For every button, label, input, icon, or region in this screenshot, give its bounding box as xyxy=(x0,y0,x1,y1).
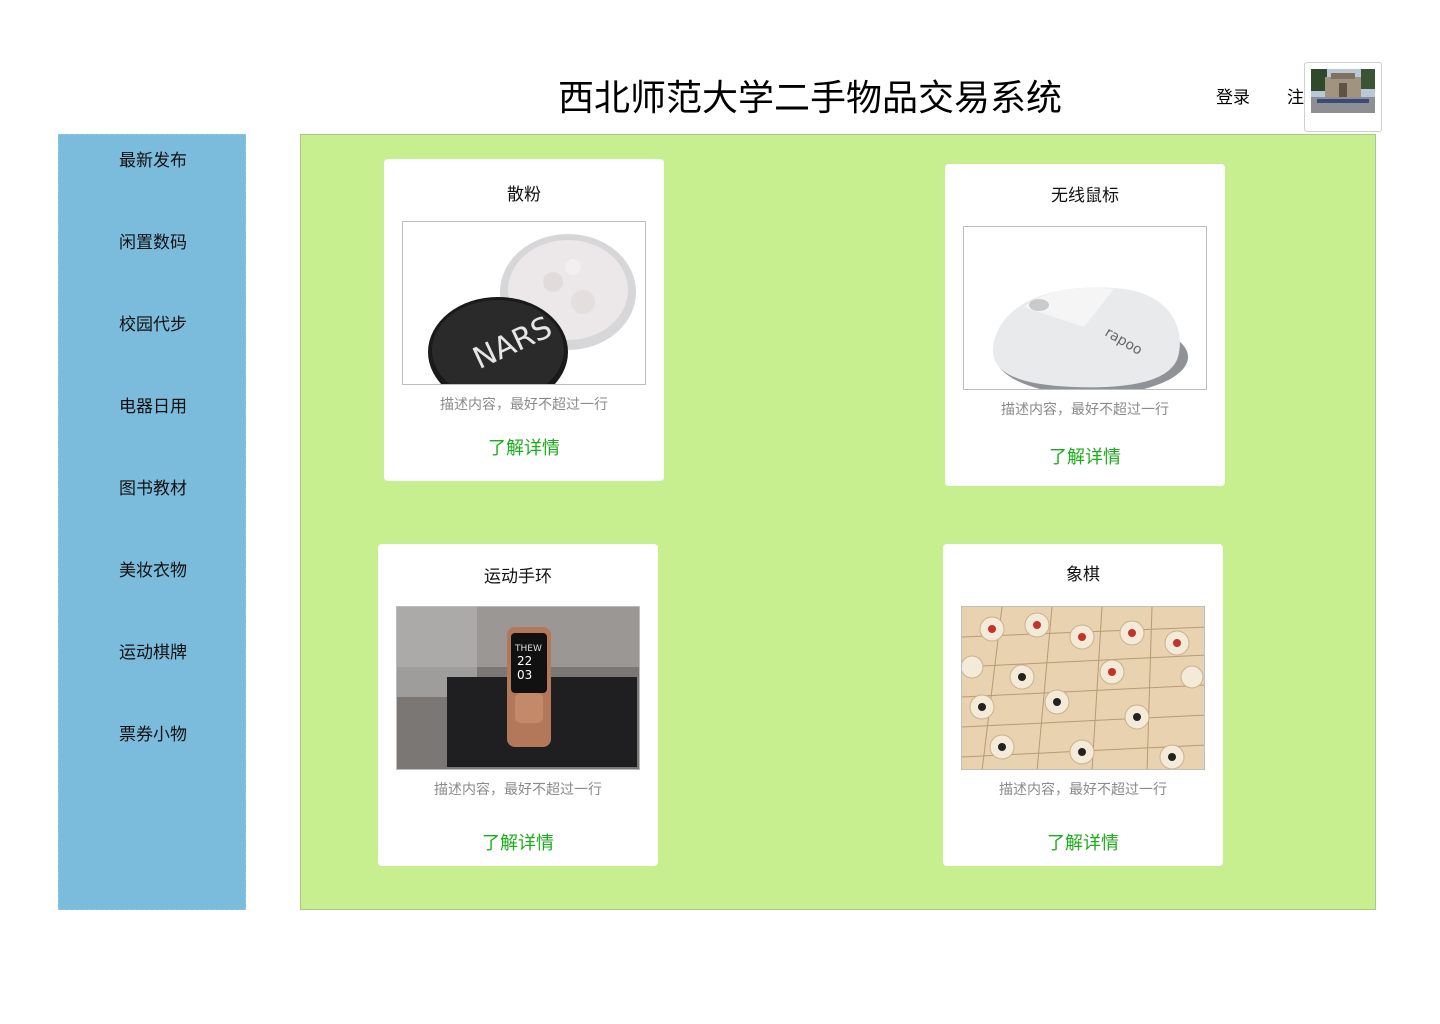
sidebar-item-appliances[interactable]: 电器日用 xyxy=(59,395,247,419)
avatar[interactable] xyxy=(1304,62,1382,132)
details-link[interactable]: 了解详情 xyxy=(384,437,664,461)
svg-text:THEW: THEW xyxy=(514,644,542,654)
product-title: 散粉 xyxy=(507,185,541,205)
sidebar-item-tickets[interactable]: 票券小物 xyxy=(59,723,247,747)
product-title: 运动手环 xyxy=(484,567,552,587)
sidebar-item-latest[interactable]: 最新发布 xyxy=(59,149,247,173)
category-sidebar: 最新发布 闲置数码 校园代步 电器日用 图书教材 美妆衣物 运动棋牌 票券小物 xyxy=(58,134,246,910)
sidebar-item-beauty-clothes[interactable]: 美妆衣物 xyxy=(59,559,247,583)
sidebar-item-sports-games[interactable]: 运动棋牌 xyxy=(59,641,247,665)
details-link[interactable]: 了解详情 xyxy=(943,832,1223,856)
product-card[interactable]: 运动手环 THEW 22 03 描述内容，最好不超过一行 了解详情 xyxy=(378,544,658,866)
product-grid: 散粉 NARS 描述内容，最好不超过一行 了解详情 无线鼠标 rapoo 描述内… xyxy=(300,134,1376,910)
product-description: 描述内容，最好不超过一行 xyxy=(1001,402,1169,418)
sidebar-item-books[interactable]: 图书教材 xyxy=(59,477,247,501)
campus-gate-image xyxy=(1311,69,1375,113)
sidebar-item-digital[interactable]: 闲置数码 xyxy=(59,231,247,255)
product-card[interactable]: 无线鼠标 rapoo 描述内容，最好不超过一行 了解详情 xyxy=(945,164,1225,486)
chinese-chess-image xyxy=(961,606,1205,770)
login-link[interactable]: 登录 xyxy=(1216,86,1250,110)
wireless-mouse-image: rapoo xyxy=(963,226,1207,390)
product-title: 象棋 xyxy=(1066,565,1100,585)
product-description: 描述内容，最好不超过一行 xyxy=(999,782,1167,798)
loose-powder-image: NARS xyxy=(402,221,646,385)
fitness-band-image: THEW 22 03 xyxy=(396,606,640,770)
svg-text:03: 03 xyxy=(517,668,532,682)
details-link[interactable]: 了解详情 xyxy=(945,446,1225,470)
details-link[interactable]: 了解详情 xyxy=(378,832,658,856)
product-title: 无线鼠标 xyxy=(1051,186,1119,206)
sidebar-item-transport[interactable]: 校园代步 xyxy=(59,313,247,337)
page-title: 西北师范大学二手物品交易系统 xyxy=(557,78,1062,119)
product-description: 描述内容，最好不超过一行 xyxy=(440,397,608,413)
product-description: 描述内容，最好不超过一行 xyxy=(434,782,602,798)
product-card[interactable]: 散粉 NARS 描述内容，最好不超过一行 了解详情 xyxy=(384,159,664,481)
svg-text:22: 22 xyxy=(517,654,532,668)
product-card[interactable]: 象棋 描述内容，最好不超过一行 了解详情 xyxy=(943,544,1223,866)
